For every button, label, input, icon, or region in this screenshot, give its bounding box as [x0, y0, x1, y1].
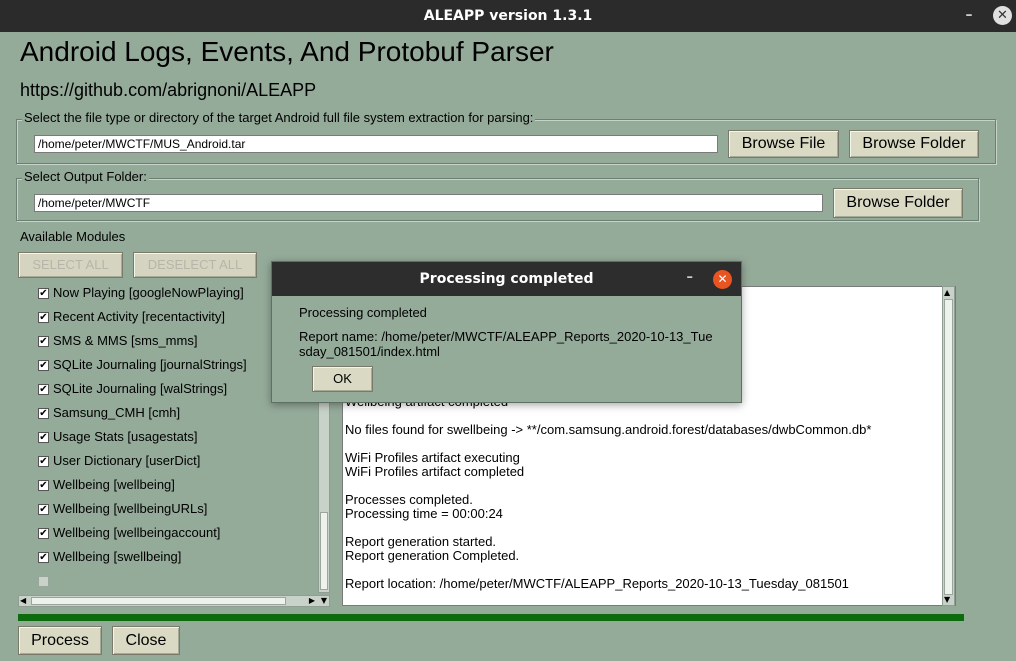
processing-dialog: Processing completed – ✕ Processing comp… — [271, 261, 742, 403]
log-scroll-thumb[interactable] — [944, 299, 953, 595]
module-label: SMS & MMS [sms_mms] — [53, 333, 198, 348]
module-checkbox[interactable]: ✔ — [38, 360, 49, 371]
close-button[interactable]: Close — [112, 626, 180, 655]
module-list-hscroll-thumb[interactable] — [31, 597, 286, 605]
module-checkbox[interactable]: ✔ — [38, 504, 49, 515]
module-label: Wellbeing [wellbeingaccount] — [53, 525, 221, 540]
module-label: Wellbeing [wellbeingURLs] — [53, 501, 208, 516]
available-modules-label: Available Modules — [20, 229, 126, 244]
log-scroll-down-icon[interactable]: ▼ — [944, 595, 950, 604]
module-checkbox[interactable]: ✔ — [38, 288, 49, 299]
log-scrollbar[interactable]: ▲ ▼ — [942, 286, 955, 606]
module-checkbox[interactable]: ✔ — [38, 432, 49, 443]
select-all-button[interactable]: SELECT ALL — [18, 252, 123, 278]
deselect-all-button[interactable]: DESELECT ALL — [133, 252, 257, 278]
browse-folder-output-button[interactable]: Browse Folder — [833, 188, 963, 218]
minimize-icon[interactable]: – — [962, 8, 976, 22]
module-label: Usage Stats [usagestats] — [53, 429, 198, 444]
module-label: SQLite Journaling [walStrings] — [53, 381, 228, 396]
dialog-minimize-icon[interactable]: – — [687, 271, 694, 285]
log-line: WiFi Profiles artifact completed — [345, 464, 525, 479]
dialog-title: Processing completed — [419, 271, 594, 287]
browse-file-button[interactable]: Browse File — [728, 130, 839, 158]
output-path-field[interactable]: /home/peter/MWCTF — [34, 194, 823, 212]
hscroll-left-arrow-icon[interactable]: ◀ — [20, 597, 26, 605]
input-path-field[interactable]: /home/peter/MWCTF/MUS_Android.tar — [34, 135, 718, 153]
module-label: Samsung_CMH [cmh] — [53, 405, 181, 420]
dialog-report-line2: sday_081501/index.html — [299, 344, 440, 359]
log-line: Processes completed. — [345, 492, 473, 507]
dialog-close-icon[interactable]: ✕ — [713, 270, 732, 289]
browse-folder-input-button[interactable]: Browse Folder — [849, 130, 979, 158]
module-label: Wellbeing [wellbeing] — [53, 477, 175, 492]
log-scroll-up-icon[interactable]: ▲ — [944, 288, 950, 297]
output-frame-label: Select Output Folder: — [22, 169, 149, 184]
app-url: https://github.com/abrignoni/ALEAPP — [20, 80, 317, 100]
module-label: Recent Activity [recentactivity] — [53, 309, 225, 324]
app-title: Android Logs, Events, And Protobuf Parse… — [20, 36, 554, 67]
log-line: WiFi Profiles artifact executing — [345, 450, 520, 465]
module-checkbox[interactable]: ✔ — [38, 552, 49, 563]
module-label: SQLite Journaling [journalStrings] — [53, 357, 247, 372]
ok-button[interactable]: OK — [312, 366, 373, 392]
module-checkbox[interactable]: ✔ — [38, 480, 49, 491]
input-frame-label: Select the file type or directory of the… — [22, 110, 536, 125]
hscroll-right-arrow-icon[interactable]: ▶ — [309, 597, 315, 605]
window-title: ALEAPP version 1.3.1 — [423, 8, 593, 24]
module-list-scroll-thumb[interactable] — [320, 512, 328, 590]
dialog-message: Processing completed — [299, 305, 427, 320]
log-line: Report location: /home/peter/MWCTF/ALEAP… — [345, 576, 849, 591]
window-titlebar: ALEAPP version 1.3.1 – ✕ — [0, 0, 1016, 32]
module-label: Wellbeing [swellbeing] — [53, 549, 182, 564]
module-label: User Dictionary [userDict] — [53, 453, 201, 468]
hscroll-right-arrow-icon[interactable]: ▼ — [321, 597, 327, 605]
module-checkbox[interactable]: ✔ — [38, 456, 49, 467]
dialog-titlebar: Processing completed – ✕ — [272, 262, 741, 296]
process-button[interactable]: Process — [18, 626, 102, 655]
module-checkbox[interactable]: ✔ — [38, 312, 49, 323]
module-checkbox[interactable]: ✔ — [38, 528, 49, 539]
log-line: Processing time = 00:00:24 — [345, 506, 503, 521]
module-label: Now Playing [googleNowPlaying] — [53, 285, 244, 300]
module-checkbox[interactable] — [38, 576, 49, 587]
progress-bar — [18, 614, 964, 621]
log-line: Report generation Completed. — [345, 548, 520, 563]
module-checkbox[interactable]: ✔ — [38, 408, 49, 419]
dialog-report-line1: Report name: /home/peter/MWCTF/ALEAPP_Re… — [299, 329, 713, 344]
module-checkbox[interactable]: ✔ — [38, 336, 49, 347]
module-checkbox[interactable]: ✔ — [38, 384, 49, 395]
log-line: Report generation started. — [345, 534, 497, 549]
module-list-hscrollbar[interactable]: ◀ ▶ ▼ — [18, 595, 330, 607]
log-line: No files found for swellbeing -> **/com.… — [345, 422, 872, 437]
close-icon[interactable]: ✕ — [993, 6, 1012, 25]
